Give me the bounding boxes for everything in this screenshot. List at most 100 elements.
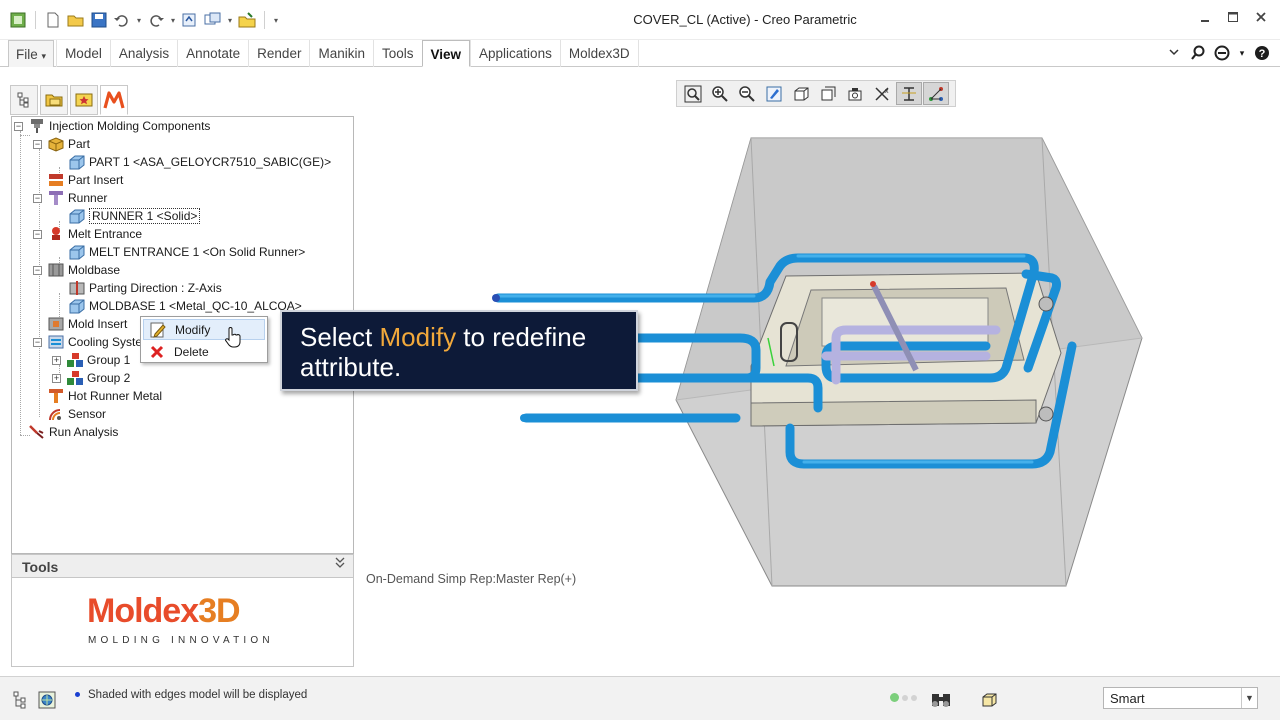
modify-icon	[147, 321, 169, 339]
callout-highlight: Modify	[379, 322, 457, 352]
expand-icon[interactable]: +	[52, 355, 61, 365]
delete-icon	[146, 343, 168, 361]
tree-item-label: PART 1 <ASA_GELOYCR7510_SABIC(GE)>	[89, 155, 332, 169]
collapse-icon[interactable]: −	[33, 229, 42, 239]
model-tree-tab[interactable]	[10, 85, 38, 115]
tab-analysis[interactable]: Analysis	[109, 40, 177, 67]
find-icon[interactable]	[930, 689, 952, 711]
tree-item-part-1[interactable]: PART 1 <ASA_GELOYCR7510_SABIC(GE)>	[68, 153, 331, 171]
tree-item-label: Parting Direction : Z-Axis	[89, 281, 222, 295]
ribbon-right-controls: ▾ ?	[1166, 44, 1270, 62]
tree-item-label: Group 1	[87, 353, 131, 367]
tools-panel-title: Tools	[22, 559, 59, 575]
solid-cube-icon	[68, 154, 86, 170]
group-icon	[66, 370, 84, 386]
expand-icon[interactable]: +	[52, 373, 61, 383]
tree-item-label: Group 2	[87, 371, 131, 385]
tab-annotate[interactable]: Annotate	[177, 40, 248, 67]
help-center-icon[interactable]	[1214, 44, 1230, 62]
tree-item-label: Part	[68, 137, 91, 151]
mold-components-icon	[28, 118, 46, 134]
mold-insert-icon	[47, 316, 65, 332]
selection-filter-dropdown[interactable]: Smart ▼	[1103, 687, 1258, 709]
tree-item-label: Mold Insert	[68, 317, 128, 331]
menu-item-modify[interactable]: Modify	[143, 319, 265, 340]
message-bullet-icon	[75, 692, 80, 697]
tree-item-label: RUNNER 1 <Solid>	[89, 208, 201, 224]
tab-tools[interactable]: Tools	[372, 40, 422, 67]
menu-item-label: Delete	[174, 344, 209, 359]
tree-item-group-2[interactable]: + Group 2	[52, 369, 130, 387]
menu-item-delete[interactable]: Delete	[143, 341, 265, 362]
collapse-icon[interactable]: −	[33, 337, 42, 347]
selection-filter-value: Smart	[1110, 691, 1145, 706]
tree-item-injection-molding-components[interactable]: − Injection Molding Components	[14, 117, 210, 135]
tree-item-mold-insert[interactable]: Mold Insert	[47, 315, 127, 333]
tree-item-part-insert[interactable]: Part Insert	[47, 171, 123, 189]
tree-item-cooling-system[interactable]: − Cooling System	[33, 333, 152, 351]
tree-item-melt-entrance[interactable]: − Melt Entrance	[33, 225, 142, 243]
tab-applications[interactable]: Applications	[470, 40, 560, 67]
status-bar: Shaded with edges model will be displaye…	[0, 676, 1280, 720]
tab-file[interactable]: File ▾	[8, 40, 55, 67]
tree-item-runner-1[interactable]: RUNNER 1 <Solid>	[68, 207, 201, 225]
tree-item-label: Injection Molding Components	[49, 119, 211, 133]
collapse-icon[interactable]: −	[14, 121, 23, 131]
run-analysis-icon	[28, 424, 46, 440]
tree-item-label: Moldbase	[68, 263, 121, 277]
tree-item-part[interactable]: − Part	[33, 135, 90, 153]
window-controls	[1198, 10, 1268, 24]
model-tree-icon	[17, 92, 29, 108]
menu-item-label: Modify	[175, 322, 211, 337]
file-dropdown-icon: ▾	[41, 51, 47, 61]
minimize-icon[interactable]	[1198, 10, 1212, 24]
tree-item-run-analysis[interactable]: Run Analysis	[28, 423, 118, 441]
show-browser-icon[interactable]	[36, 689, 58, 711]
tab-render[interactable]: Render	[248, 40, 309, 67]
folder-browser-tab[interactable]	[40, 85, 68, 115]
help-icon[interactable]: ?	[1254, 44, 1270, 62]
tools-panel-body: Moldex3D MOLDING INNOVATION	[11, 578, 354, 667]
favorites-tab[interactable]	[70, 85, 98, 115]
tree-item-label: Part Insert	[68, 173, 124, 187]
title-bar: ▾ ▾ ▾ ▾ COVER_CL (Active) - Creo Paramet…	[0, 0, 1280, 40]
tools-panel-header[interactable]: Tools	[11, 554, 354, 578]
minimize-ribbon-icon[interactable]	[1166, 44, 1182, 62]
tab-manikin[interactable]: Manikin	[309, 40, 373, 67]
favorites-icon	[75, 93, 93, 107]
tree-item-moldbase-1[interactable]: MOLDBASE 1 <Metal_QC-10_ALCOA>	[68, 297, 302, 315]
collapse-icon[interactable]: −	[33, 193, 42, 203]
callout-text: Select Modify to redefine attribute.	[300, 322, 587, 382]
solid-cube-icon	[68, 208, 86, 224]
solid-cube-icon	[68, 244, 86, 260]
tab-view[interactable]: View	[421, 40, 471, 67]
tree-item-melt-entrance-1[interactable]: MELT ENTRANCE 1 <On Solid Runner>	[68, 243, 305, 261]
moldex3d-tab[interactable]	[100, 85, 128, 115]
tree-item-group-1[interactable]: + Group 1	[52, 351, 130, 369]
tree-item-runner[interactable]: − Runner	[33, 189, 107, 207]
mouse-cursor-icon	[225, 327, 241, 348]
maximize-icon[interactable]	[1226, 10, 1240, 24]
sensor-icon	[47, 406, 65, 422]
help-dropdown-icon[interactable]: ▾	[1238, 44, 1246, 62]
collapse-chevron-icon[interactable]	[335, 557, 345, 572]
collapse-icon[interactable]: −	[33, 139, 42, 149]
chevron-down-icon[interactable]: ▼	[1241, 688, 1257, 708]
tab-model[interactable]: Model	[56, 40, 110, 67]
tree-item-hot-runner-metal[interactable]: Hot Runner Metal	[47, 387, 162, 405]
collapse-icon[interactable]: −	[33, 265, 42, 275]
cooling-system-icon	[47, 334, 65, 350]
tree-item-sensor[interactable]: Sensor	[47, 405, 106, 423]
part-insert-icon	[47, 172, 65, 188]
tab-moldex3d[interactable]: Moldex3D	[559, 40, 639, 67]
selection-filter-icon[interactable]	[978, 689, 1000, 711]
tree-item-moldbase[interactable]: − Moldbase	[33, 261, 120, 279]
tree-item-parting-direction[interactable]: Parting Direction : Z-Axis	[68, 279, 222, 297]
regeneration-status-icon	[890, 693, 917, 702]
tree-item-label: MOLDBASE 1 <Metal_QC-10_ALCOA>	[89, 299, 302, 313]
group-icon	[66, 352, 84, 368]
search-icon[interactable]	[1190, 44, 1206, 62]
close-icon[interactable]	[1254, 10, 1268, 24]
show-navigator-icon[interactable]	[10, 689, 32, 711]
parting-direction-icon	[68, 280, 86, 296]
